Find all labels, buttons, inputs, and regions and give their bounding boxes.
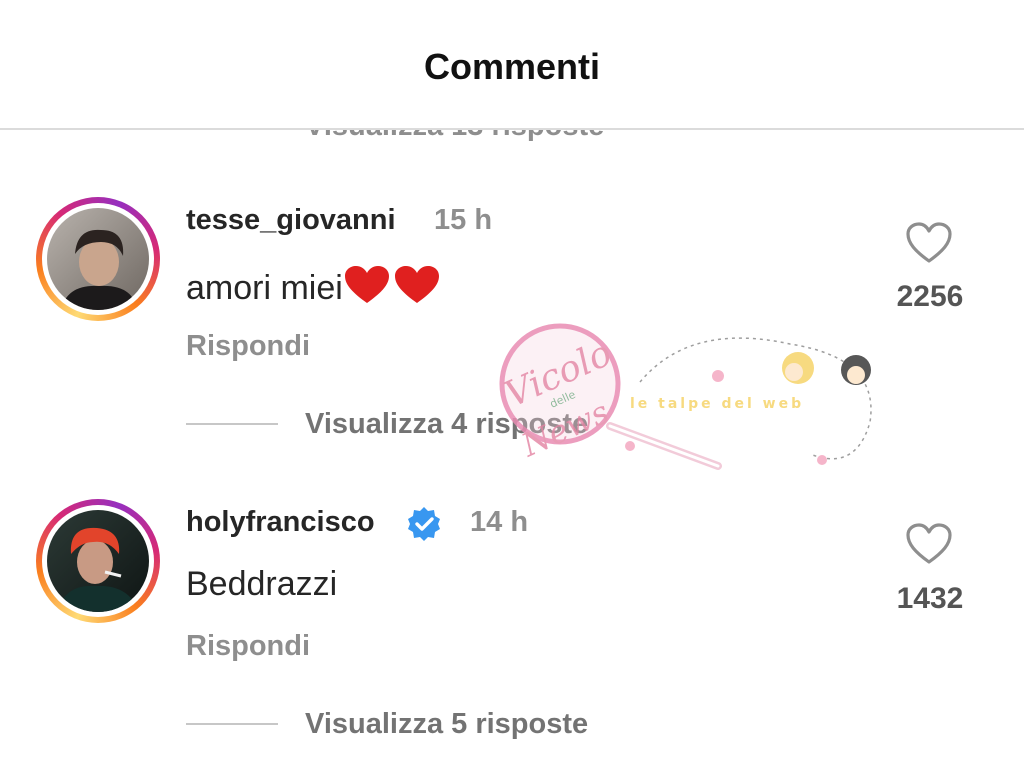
comment-text: Beddrazzi [186, 565, 338, 603]
like-count: 1432 [896, 582, 964, 615]
replies-divider [186, 723, 278, 725]
comment-timestamp: 14 h [470, 506, 529, 538]
comment-text: amori miei [186, 265, 441, 314]
view-replies-link[interactable]: Visualizza 4 risposte [305, 408, 588, 441]
comment-timestamp: 15 h [434, 204, 493, 236]
comment-body: amori miei [186, 269, 343, 307]
watermark-script: Vicolo [499, 333, 618, 416]
heart-outline-icon[interactable] [906, 222, 952, 264]
heart-emoji-icon [343, 265, 441, 314]
page-title: Commenti [423, 46, 600, 87]
replies-divider [186, 423, 278, 425]
heart-outline-icon[interactable] [906, 523, 952, 565]
view-replies-link[interactable]: Visualizza 5 risposte [305, 708, 588, 741]
reply-button[interactable]: Rispondi [186, 330, 310, 363]
reply-button[interactable]: Rispondi [186, 630, 310, 663]
avatar[interactable] [36, 197, 160, 321]
comment-username[interactable]: tesse_giovanni [186, 204, 396, 237]
like-count: 2256 [896, 280, 964, 313]
watermark-band: le talpe del web [630, 396, 804, 412]
avatar-photo [47, 208, 149, 310]
verified-badge-icon [406, 506, 442, 542]
comments-header: Commenti [0, 0, 1024, 130]
watermark-logo: Vicolo delle News le talpe del web [499, 323, 872, 470]
comment-username[interactable]: holyfrancisco [186, 506, 375, 539]
avatar[interactable] [36, 499, 160, 623]
avatar-photo [47, 510, 149, 612]
